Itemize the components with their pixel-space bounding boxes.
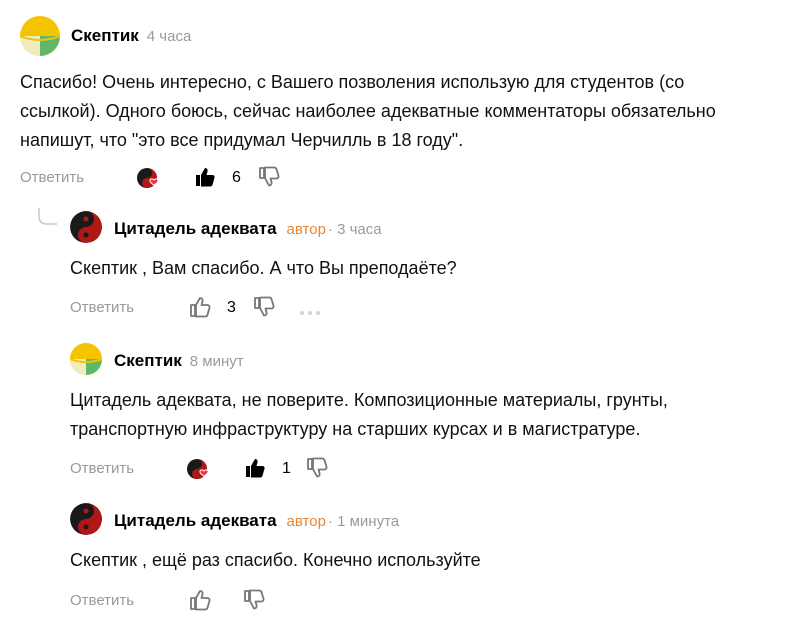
comment-header: Цитадель адеквата автор · 3 часа	[114, 219, 382, 239]
timestamp[interactable]: 8 минут	[190, 353, 244, 370]
like-count: 6	[232, 169, 241, 186]
comment-header: Скептик 8 минут	[114, 351, 244, 371]
comment-header: Скептик 4 часа	[71, 26, 191, 46]
timestamp[interactable]: · 1 минута	[328, 513, 399, 530]
author-badge: автор	[286, 513, 326, 530]
reply-button[interactable]: Ответить	[70, 296, 134, 320]
comment-actions: Ответить 3	[70, 296, 330, 320]
dislike-icon[interactable]	[306, 457, 328, 484]
comment-actions: Ответить	[70, 589, 290, 613]
reply-button[interactable]: Ответить	[20, 166, 84, 190]
yellow-green-avatar-icon	[70, 343, 102, 375]
like-icon[interactable]	[189, 296, 211, 323]
reply-button[interactable]: Ответить	[70, 457, 134, 481]
dislike-icon[interactable]	[258, 166, 280, 193]
comment-actions: Ответить 1	[70, 457, 350, 481]
comment-text: Скептик , ещё раз спасибо. Конечно испол…	[70, 550, 481, 570]
like-icon[interactable]	[194, 166, 216, 193]
timestamp[interactable]: · 3 часа	[328, 221, 382, 238]
dislike-icon[interactable]	[253, 296, 275, 323]
comment-header: Цитадель адеквата автор · 1 минута	[114, 511, 399, 531]
reaction-avatar-icon[interactable]	[187, 459, 209, 481]
yin-yang-avatar-icon	[70, 211, 102, 243]
more-options-icon[interactable]	[299, 304, 321, 322]
dislike-icon[interactable]	[243, 589, 265, 616]
like-count: 1	[282, 460, 291, 477]
comment-text: Цитадель адеквата, не поверите. Композиц…	[70, 390, 668, 439]
like-count: 3	[227, 299, 236, 316]
avatar[interactable]	[20, 16, 60, 56]
author-name[interactable]: Скептик	[71, 26, 139, 46]
avatar[interactable]	[70, 503, 102, 535]
avatar[interactable]	[70, 211, 102, 243]
author-name[interactable]: Скептик	[114, 351, 182, 371]
reply-button[interactable]: Ответить	[70, 589, 134, 613]
author-badge: автор	[286, 221, 326, 238]
author-name[interactable]: Цитадель адеквата	[114, 511, 277, 531]
avatar[interactable]	[70, 343, 102, 375]
author-name[interactable]: Цитадель адеквата	[114, 219, 277, 239]
yin-yang-avatar-icon	[70, 503, 102, 535]
reaction-avatar-icon[interactable]	[137, 168, 159, 190]
like-icon[interactable]	[244, 457, 266, 484]
like-icon[interactable]	[189, 589, 211, 616]
comment-text: Скептик , Вам спасибо. А что Вы преподаё…	[70, 258, 457, 278]
thread-connector-icon	[38, 208, 57, 225]
yellow-green-avatar-icon	[20, 16, 60, 56]
comment-actions: Ответить 6	[20, 166, 320, 190]
timestamp[interactable]: 4 часа	[147, 28, 192, 45]
comment-text: Спасибо! Очень интересно, с Вашего позво…	[20, 72, 716, 150]
